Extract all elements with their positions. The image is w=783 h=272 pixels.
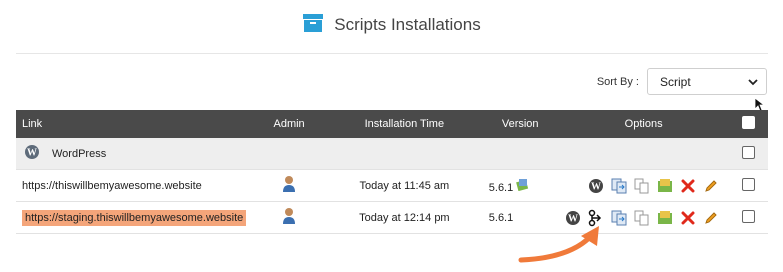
wordpress-icon: W	[24, 144, 40, 163]
import-icon[interactable]	[656, 209, 674, 227]
installation-time: Today at 11:45 am	[325, 169, 483, 202]
column-version: Version	[482, 110, 558, 138]
svg-text:W: W	[27, 148, 37, 159]
header-divider	[16, 53, 768, 54]
sort-selected-value: Script	[660, 74, 691, 89]
column-admin: Admin	[252, 110, 326, 138]
select-all-checkbox[interactable]	[742, 116, 756, 129]
page-header: Scripts Installations	[0, 0, 783, 50]
svg-text:W: W	[591, 181, 601, 192]
backup-icon[interactable]	[610, 209, 628, 227]
admin-user-icon[interactable]	[282, 208, 296, 228]
clone-icon[interactable]	[633, 177, 651, 195]
table-row: https://staging.thiswillbemyawesome.webs…	[16, 201, 768, 234]
backup-icon[interactable]	[610, 177, 628, 195]
annotation-arrow-icon	[515, 222, 610, 272]
column-options: Options	[557, 110, 730, 138]
column-link: Link	[16, 110, 253, 138]
version-text: 5.6.1	[488, 181, 514, 194]
edit-pencil-icon[interactable]	[702, 177, 720, 195]
sort-label: Sort By :	[596, 75, 639, 88]
row-checkbox[interactable]	[742, 177, 756, 191]
table-row: https://thiswillbemyawesome.website Toda…	[16, 169, 768, 202]
remove-icon[interactable]	[679, 209, 697, 227]
table-header-row: Link Admin Installation Time Version Opt…	[16, 110, 768, 138]
clone-icon[interactable]	[633, 209, 651, 227]
chevron-down-icon	[748, 75, 758, 89]
version-text: 5.6.1	[488, 211, 514, 224]
wordpress-admin-icon[interactable]: W	[587, 177, 605, 195]
page-title: Scripts Installations	[334, 15, 481, 34]
options-group: W	[564, 177, 724, 195]
installation-time: Today at 12:14 pm	[325, 201, 483, 234]
select-all-header	[729, 110, 768, 138]
update-available-icon[interactable]	[516, 178, 529, 194]
sort-bar: Sort By : Script	[597, 68, 767, 95]
row-checkbox[interactable]	[742, 209, 756, 223]
installation-link[interactable]: https://staging.thiswillbemyawesome.webs…	[22, 209, 247, 226]
group-checkbox[interactable]	[742, 145, 756, 159]
installations-table: Link Admin Installation Time Version Opt…	[16, 110, 768, 234]
column-installation-time: Installation Time	[325, 110, 483, 138]
edit-pencil-icon[interactable]	[702, 209, 720, 227]
group-row: W WordPress	[16, 138, 768, 170]
admin-user-icon[interactable]	[282, 176, 296, 196]
group-name: WordPress	[52, 147, 107, 160]
installation-link[interactable]: https://thiswillbemyawesome.website	[22, 180, 202, 192]
sort-select[interactable]: Script	[647, 68, 767, 95]
import-icon[interactable]	[656, 177, 674, 195]
remove-icon[interactable]	[679, 177, 697, 195]
package-box-icon	[302, 13, 324, 38]
